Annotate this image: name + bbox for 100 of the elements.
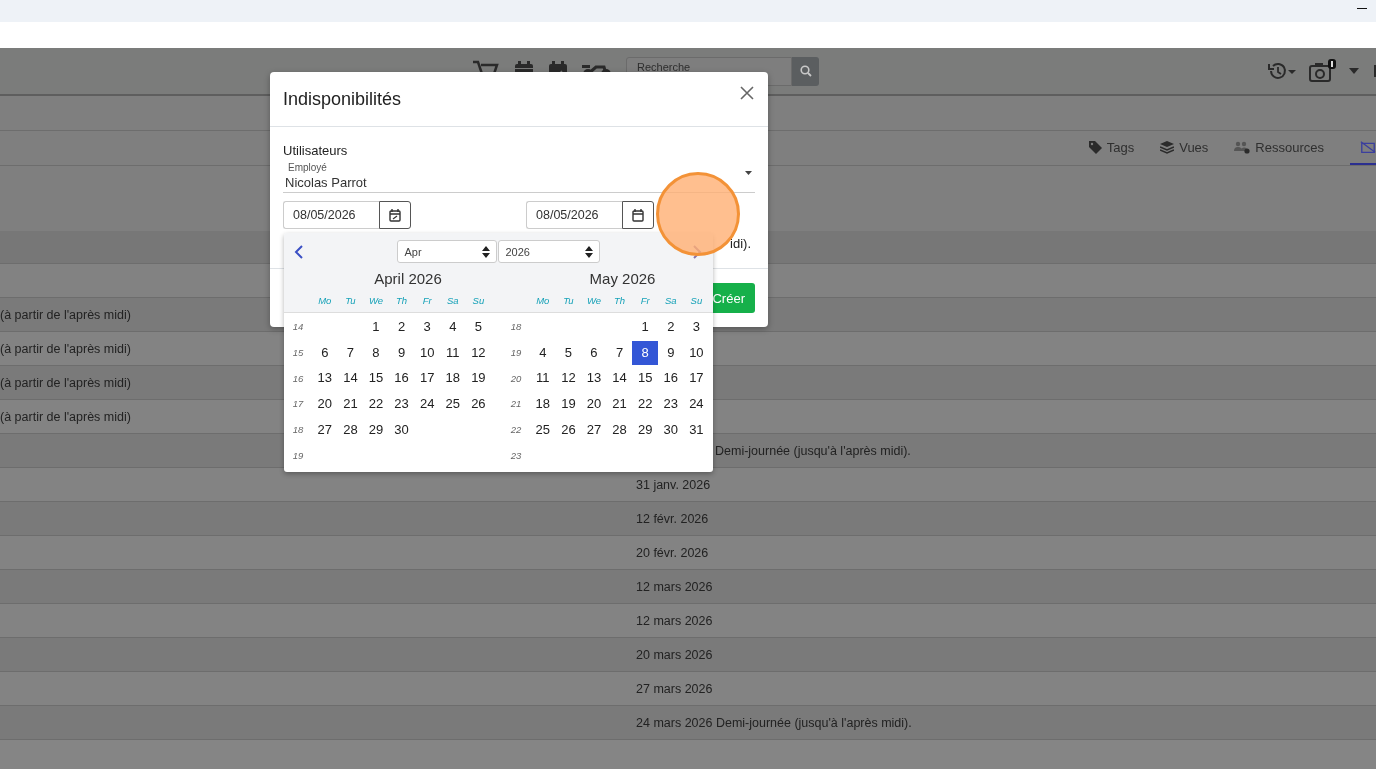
day-cell[interactable]: 1 <box>363 314 389 339</box>
users-gear-icon <box>1234 140 1251 154</box>
day-cell[interactable]: 10 <box>683 340 710 365</box>
day-cell[interactable]: 30 <box>388 417 415 442</box>
day-cell[interactable]: 13 <box>312 366 338 391</box>
day-cell[interactable]: 14 <box>606 366 633 391</box>
day-cell[interactable]: 24 <box>414 391 440 416</box>
day-cell[interactable]: 20 <box>312 391 338 416</box>
day-cell[interactable]: 11 <box>530 366 556 391</box>
day-cell[interactable]: 17 <box>683 366 710 391</box>
day-cell[interactable]: 7 <box>337 340 364 365</box>
day-cell[interactable]: 19 <box>465 366 492 391</box>
previous-month-icon[interactable] <box>294 244 304 259</box>
weekday-label: Tu <box>344 294 357 306</box>
search-button[interactable] <box>792 56 819 86</box>
day-cell[interactable]: 22 <box>363 391 389 416</box>
caret-icon[interactable] <box>1349 68 1359 74</box>
caret-icon <box>745 171 752 175</box>
day-cell[interactable]: 28 <box>606 417 633 442</box>
week-number: 17 <box>291 398 305 410</box>
day-cell[interactable]: 18 <box>439 366 466 391</box>
day-cell[interactable]: 29 <box>363 417 389 442</box>
week-number: 18 <box>509 321 523 333</box>
day-cell[interactable]: 8 <box>632 340 658 365</box>
day-cell[interactable]: 12 <box>465 340 492 365</box>
day-cell[interactable]: 12 <box>555 366 582 391</box>
day-cell[interactable]: 18 <box>530 391 556 416</box>
year-select[interactable]: 2026 <box>497 240 600 263</box>
table-cell: (à partir de l'après midi) <box>0 307 131 322</box>
day-cell[interactable]: 6 <box>581 340 607 365</box>
calendar-button[interactable] <box>622 201 654 229</box>
day-cell[interactable]: 13 <box>581 366 607 391</box>
day-cell[interactable]: 27 <box>581 417 607 442</box>
day-cell[interactable]: 2 <box>388 314 415 339</box>
day-cell[interactable]: 4 <box>530 340 556 365</box>
history-icon[interactable] <box>1267 62 1297 80</box>
day-cell[interactable]: 10 <box>414 340 440 365</box>
weekday-label: Th <box>395 294 409 306</box>
day-cell[interactable]: 15 <box>632 366 658 391</box>
weekday-label: Th <box>613 294 627 306</box>
day-cell[interactable]: 16 <box>657 366 684 391</box>
day-cell[interactable]: 22 <box>632 391 658 416</box>
calendar-button[interactable] <box>379 201 411 229</box>
day-cell[interactable]: 20 <box>581 391 607 416</box>
weekday-label: Fr <box>421 294 433 306</box>
day-cell[interactable]: 11 <box>439 340 466 365</box>
camera-icon[interactable] <box>1309 59 1337 83</box>
calendar-icon <box>632 208 644 222</box>
table-cell: 12 mars 2026 <box>636 579 713 594</box>
weekday-label: Sa <box>445 294 460 306</box>
week-number: 19 <box>509 347 523 359</box>
day-cell[interactable]: 8 <box>363 340 389 365</box>
table-cell: 24 mars 2026 Demi-journée (jusqu'à l'après midi). <box>636 715 912 730</box>
table-cell: Demi-journée (jusqu'à l'après midi). <box>715 443 911 458</box>
day-cell[interactable]: 7 <box>606 340 633 365</box>
day-cell[interactable]: 9 <box>657 340 684 365</box>
week-number: 15 <box>291 347 305 359</box>
day-cell[interactable]: 19 <box>555 391 582 416</box>
week-number: 20 <box>509 372 523 384</box>
day-cell[interactable]: 21 <box>337 391 364 416</box>
day-cell[interactable]: 24 <box>683 391 710 416</box>
day-cell[interactable]: 16 <box>388 366 415 391</box>
day-cell[interactable]: 17 <box>414 366 440 391</box>
day-cell[interactable]: 29 <box>632 417 658 442</box>
day-cell[interactable]: 3 <box>414 314 440 339</box>
day-cell[interactable]: 15 <box>363 366 389 391</box>
day-cell[interactable]: 1 <box>632 314 658 339</box>
day-cell[interactable]: 23 <box>657 391 684 416</box>
day-cell[interactable]: 5 <box>465 314 492 339</box>
sort-icon <box>584 245 593 258</box>
day-cell[interactable]: 26 <box>465 391 492 416</box>
day-cell[interactable]: 21 <box>606 391 633 416</box>
day-cell[interactable]: 9 <box>388 340 415 365</box>
week-number: 16 <box>291 372 305 384</box>
close-icon[interactable] <box>740 86 754 100</box>
day-cell[interactable]: 5 <box>555 340 582 365</box>
day-cell[interactable]: 28 <box>337 417 364 442</box>
weekday-label: Tu <box>562 294 575 306</box>
calendar-off-icon <box>1360 140 1376 154</box>
weekday-label: Mo <box>317 294 333 306</box>
day-cell[interactable]: 6 <box>312 340 338 365</box>
day-cell[interactable]: 25 <box>530 417 556 442</box>
day-cell[interactable]: 31 <box>683 417 710 442</box>
table-cell: (à partir de l'après midi) <box>0 409 131 424</box>
weekday-label: Fr <box>639 294 651 306</box>
week-number: 19 <box>291 449 305 461</box>
weekday-label: We <box>367 294 385 306</box>
day-cell[interactable]: 2 <box>657 314 684 339</box>
weekday-label: Su <box>471 294 486 306</box>
weekday-label: We <box>585 294 603 306</box>
day-cell[interactable]: 3 <box>683 314 710 339</box>
day-cell[interactable]: 27 <box>312 417 338 442</box>
day-cell[interactable]: 14 <box>337 366 364 391</box>
day-cell[interactable]: 26 <box>555 417 582 442</box>
table-cell: (à partir de l'après midi) <box>0 375 131 390</box>
day-cell[interactable]: 30 <box>657 417 684 442</box>
day-cell[interactable]: 23 <box>388 391 415 416</box>
day-cell[interactable]: 25 <box>439 391 466 416</box>
day-cell[interactable]: 4 <box>439 314 466 339</box>
month-select[interactable]: Apr <box>396 240 497 263</box>
